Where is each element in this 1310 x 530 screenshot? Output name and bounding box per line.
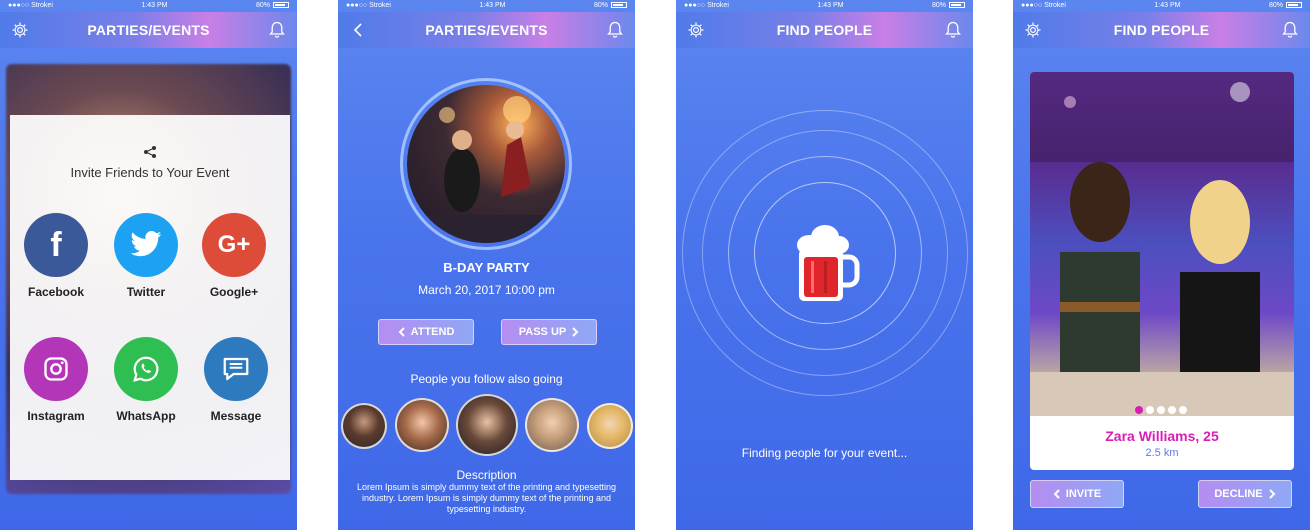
pager-dot[interactable] [1168, 406, 1176, 414]
event-name: B-DAY PARTY [443, 260, 530, 275]
pass-up-button[interactable]: PASS UP [501, 319, 597, 345]
share-title: Invite Friends to Your Event [70, 165, 230, 180]
google-plus-icon: G+ [202, 213, 266, 277]
photo-pager[interactable] [1135, 406, 1187, 414]
invite-label: INVITE [1065, 488, 1102, 500]
avatar[interactable] [341, 403, 387, 449]
avatar[interactable] [587, 403, 633, 449]
avatar[interactable] [525, 398, 579, 452]
profile-card[interactable]: Zara Williams, 25 2.5 km [1030, 72, 1294, 470]
page-title: PARTIES/EVENTS [425, 22, 548, 38]
battery-icon [949, 2, 965, 9]
back-chevron-icon[interactable] [348, 20, 368, 40]
chevron-right-icon [572, 327, 579, 337]
carrier-text: ●●●○○ Strokei [8, 2, 53, 9]
share-googleplus-button[interactable]: G+ Google+ [194, 213, 274, 299]
googleplus-label: Google+ [209, 285, 259, 299]
time-text: 1:43 PM [141, 2, 168, 9]
description-text: Lorem Ipsum is simply dummy text of the … [356, 482, 617, 514]
following-title: People you follow also going [410, 372, 563, 386]
bell-icon[interactable] [1280, 20, 1300, 40]
finding-status: Finding people for your event... [741, 446, 908, 460]
battery-text: 80% [593, 2, 608, 9]
avatar[interactable] [395, 398, 449, 452]
event-photo [407, 85, 565, 243]
bell-icon[interactable] [267, 20, 287, 40]
chevron-left-icon [398, 327, 405, 337]
chevron-right-icon [1268, 489, 1276, 499]
bell-icon[interactable] [605, 20, 625, 40]
pager-dot[interactable] [1146, 406, 1154, 414]
status-bar: ●●●○○ Strokei 1:43 PM 80% [676, 0, 973, 12]
pass-up-label: PASS UP [518, 326, 567, 338]
status-bar: ●●●○○ Strokei 1:43 PM 80% [1013, 0, 1310, 12]
carrier-text: ●●●○○ Strokei [1021, 2, 1066, 9]
whatsapp-label: WhatsApp [116, 409, 176, 423]
navbar: FIND PEOPLE [1013, 12, 1310, 48]
invite-button[interactable]: INVITE [1030, 480, 1124, 508]
screen-event-detail: ●●●○○ Strokei 1:43 PM 80% PARTIES/EVENTS… [338, 0, 635, 530]
message-label: Message [210, 409, 262, 423]
bell-icon[interactable] [943, 20, 963, 40]
share-facebook-button[interactable]: f Facebook [16, 213, 96, 299]
battery-text: 80% [1268, 2, 1283, 9]
profile-name: Zara Williams, 25 [1105, 428, 1219, 444]
pager-dot[interactable] [1157, 406, 1165, 414]
facebook-label: Facebook [27, 285, 84, 299]
gear-icon[interactable] [1023, 20, 1043, 40]
time-text: 1:43 PM [479, 2, 506, 9]
status-bar: ●●●○○ Strokei 1:43 PM 80% [338, 0, 635, 12]
facebook-icon: f [24, 213, 88, 277]
chevron-left-icon [1053, 489, 1060, 499]
share-sheet: Invite Friends to Your Event f Facebook … [10, 115, 290, 480]
navbar: FIND PEOPLE [676, 12, 973, 48]
share-whatsapp-button[interactable]: WhatsApp [106, 337, 186, 423]
share-twitter-button[interactable]: Twitter [106, 213, 186, 299]
pager-dot[interactable] [1179, 406, 1187, 414]
navbar: PARTIES/EVENTS [338, 12, 635, 48]
pager-dot[interactable] [1135, 406, 1143, 414]
event-date: March 20, 2017 10:00 pm [418, 283, 555, 297]
status-bar: ●●●○○ Strokei 1:43 PM 80% [0, 0, 297, 12]
avatar[interactable] [456, 394, 518, 456]
twitter-icon [114, 213, 178, 277]
decline-label: DECLINE [1214, 488, 1263, 500]
battery-text: 80% [931, 2, 946, 9]
attend-label: ATTEND [410, 326, 455, 338]
page-title: FIND PEOPLE [776, 22, 873, 38]
time-text: 1:43 PM [817, 2, 844, 9]
screen-find-people-search: ●●●○○ Strokei 1:43 PM 80% FIND PEOPLE Fi… [676, 0, 973, 530]
navbar: PARTIES/EVENTS [0, 12, 297, 48]
instagram-icon [24, 337, 88, 401]
share-message-button[interactable]: Message [196, 337, 276, 423]
event-photo-frame [400, 78, 572, 250]
description-title: Description [456, 468, 517, 482]
instagram-label: Instagram [27, 409, 85, 423]
battery-icon [1286, 2, 1302, 9]
attend-button[interactable]: ATTEND [378, 319, 474, 345]
share-icon [143, 145, 157, 164]
carrier-text: ●●●○○ Strokei [346, 2, 391, 9]
whatsapp-icon [114, 337, 178, 401]
carrier-text: ●●●○○ Strokei [684, 2, 729, 9]
profile-distance: 2.5 km [1145, 447, 1179, 459]
page-title: PARTIES/EVENTS [87, 22, 210, 38]
gear-icon[interactable] [10, 20, 30, 40]
profile-photo[interactable] [1030, 72, 1294, 416]
gear-icon[interactable] [686, 20, 706, 40]
share-instagram-button[interactable]: Instagram [16, 337, 96, 423]
beer-mug-icon [789, 223, 861, 308]
time-text: 1:43 PM [1154, 2, 1181, 9]
message-icon [204, 337, 268, 401]
screen-find-people-result: ●●●○○ Strokei 1:43 PM 80% FIND PEOPLE Za… [1013, 0, 1310, 530]
battery-text: 80% [255, 2, 270, 9]
battery-icon [273, 2, 289, 9]
screen-parties-share: ●●●○○ Strokei 1:43 PM 80% PARTIES/EVENTS… [0, 0, 297, 530]
battery-icon [611, 2, 627, 9]
decline-button[interactable]: DECLINE [1198, 480, 1292, 508]
page-title: FIND PEOPLE [1113, 22, 1210, 38]
twitter-label: Twitter [126, 285, 166, 299]
